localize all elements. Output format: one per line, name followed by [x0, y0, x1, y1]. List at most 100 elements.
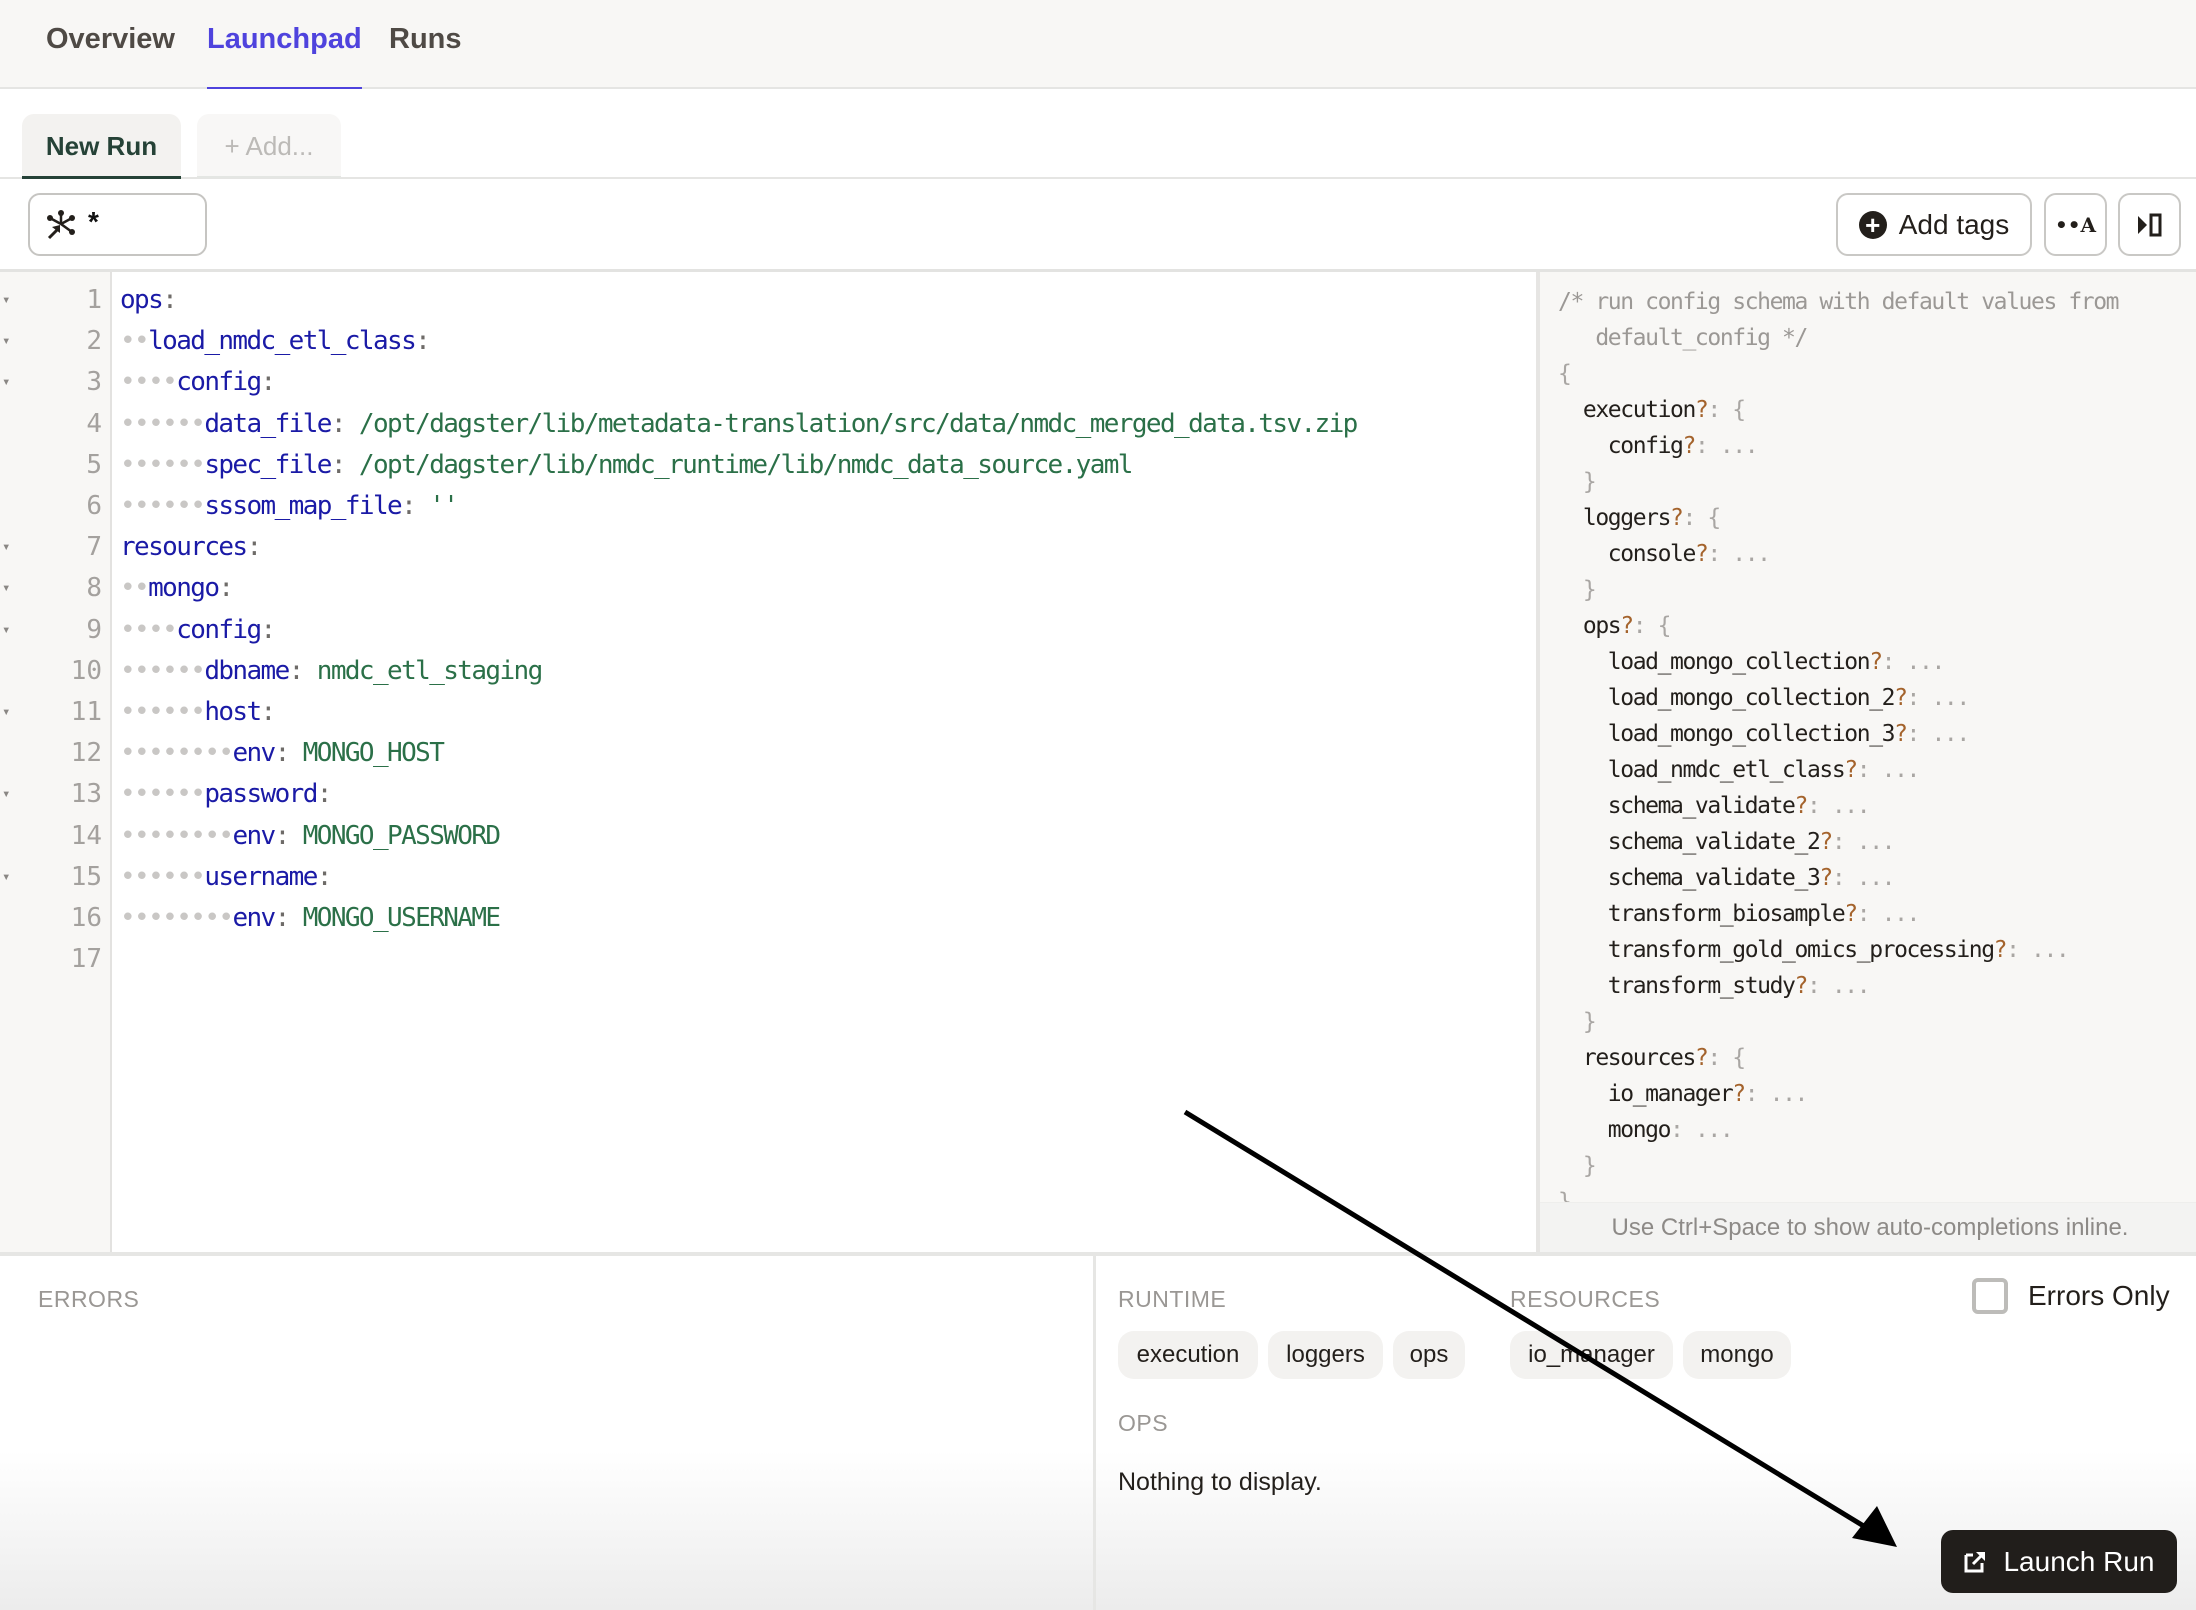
optional-marker: ?: [1682, 433, 1696, 459]
schema-indent: [1558, 541, 1608, 567]
yaml-key: ops: [120, 285, 164, 315]
yaml-value: '': [429, 491, 459, 521]
top-navigation: Overview Launchpad Runs: [0, 0, 2196, 91]
optional-marker: ?: [1694, 397, 1709, 423]
tab-launchpad[interactable]: Launchpad: [207, 20, 362, 91]
errors-only-checkbox[interactable]: [1972, 1278, 2008, 1314]
schema-line: config?: ...: [1558, 428, 1759, 464]
code-line[interactable]: ▾ 2 ••load_nmdc_etl_class:: [0, 321, 1536, 362]
schema-indent: [1558, 397, 1583, 423]
runtime-chip-execution[interactable]: execution: [1118, 1331, 1258, 1379]
resource-chip-mongo[interactable]: mongo: [1683, 1331, 1791, 1379]
schema-indent: [1558, 469, 1583, 495]
line-content: ••••••••env: MONGO_USERNAME: [120, 898, 501, 939]
schema-tail: : ...: [1881, 649, 1946, 675]
add-tags-button[interactable]: + Add tags: [1836, 193, 2032, 256]
yaml-value: /opt/dagster/lib/nmdc_runtime/lib/nmdc_d…: [358, 449, 1134, 480]
yaml-separator: :: [260, 614, 277, 645]
line-number: 14: [70, 820, 102, 851]
optional-marker: ?: [1819, 829, 1833, 855]
indent-whitespace: ••••••: [120, 861, 206, 892]
ops-section-label: OPS: [1118, 1410, 1169, 1436]
add-run-tab-button[interactable]: + Add...: [197, 114, 341, 178]
indent-whitespace: ••••••: [120, 491, 206, 521]
fold-toggle-icon[interactable]: ▾: [2, 527, 16, 568]
indent-whitespace: ••••: [120, 614, 178, 645]
schema-tail: : {: [1682, 505, 1722, 531]
schema-line: schema_validate?: ...: [1558, 788, 1871, 824]
schema-field-name: schema_validate_3: [1607, 865, 1821, 891]
op-selector-value: *: [88, 205, 99, 237]
schema-field-name: schema_validate: [1607, 793, 1796, 819]
schema-tail: : ...: [1856, 901, 1921, 927]
schema-field-name: load_mongo_collection_3: [1607, 721, 1896, 747]
schema-line: mongo: ...: [1558, 1112, 1734, 1148]
optional-marker: ?: [1869, 649, 1883, 675]
code-line[interactable]: ▾ 1 ops:: [0, 280, 1536, 321]
fold-toggle-icon[interactable]: ▾: [2, 568, 16, 609]
optional-marker: ?: [1794, 973, 1809, 999]
code-line[interactable]: ▾ 8 ••mongo:: [0, 568, 1536, 609]
fold-toggle-icon[interactable]: ▾: [2, 321, 16, 362]
runtime-chip-loggers[interactable]: loggers: [1268, 1331, 1383, 1379]
schema-indent: [1558, 1153, 1583, 1179]
op-selector-input[interactable]: *: [28, 193, 207, 256]
fold-toggle-icon[interactable]: ▾: [2, 362, 16, 403]
code-line[interactable]: ▾ 9 ••••config:: [0, 610, 1536, 651]
validation-panel: ERRORS RUNTIME execution loggers ops RES…: [0, 1256, 2196, 1610]
yaml-key: mongo: [148, 573, 220, 604]
code-line[interactable]: ▾ 11 ••••••host:: [0, 692, 1536, 733]
line-number: 2: [86, 326, 102, 357]
code-line[interactable]: 10 ••••••dbname: nmdc_etl_staging: [0, 651, 1536, 692]
resource-chip-io-manager[interactable]: io_manager: [1510, 1331, 1673, 1379]
code-line[interactable]: 17: [0, 939, 1536, 980]
toggle-schema-panel-button[interactable]: [2118, 193, 2181, 256]
yaml-value: MONGO_HOST: [302, 738, 445, 769]
schema-tail: : ...: [1707, 541, 1771, 567]
schema-field-name: load_nmdc_etl_class: [1607, 757, 1846, 783]
schema-field-name: loggers: [1582, 505, 1672, 531]
schema-field-name: resources: [1582, 1045, 1696, 1071]
schema-brace: }: [1582, 1153, 1597, 1179]
config-editor[interactable]: ▾ 1 ops: ▾ 2 ••load_nmdc_etl_class: ▾ 3 ••••conf…: [0, 272, 1536, 1252]
fold-toggle-icon[interactable]: ▾: [2, 857, 16, 898]
schema-line: load_mongo_collection_2?: ...: [1558, 680, 1970, 716]
code-line[interactable]: ▾ 3 ••••config:: [0, 362, 1536, 403]
schema-line: load_mongo_collection?: ...: [1558, 644, 1946, 680]
schema-indent: [1558, 937, 1608, 963]
yaml-separator: :: [401, 491, 430, 521]
code-line[interactable]: ▾ 15 ••••••username:: [0, 857, 1536, 898]
tab-runs[interactable]: Runs: [389, 20, 462, 89]
yaml-key: load_nmdc_etl_class: [148, 326, 417, 357]
resources-section-label: RESOURCES: [1510, 1286, 1661, 1312]
code-line[interactable]: 12 ••••••••env: MONGO_HOST: [0, 733, 1536, 774]
indent-whitespace: ••: [120, 326, 150, 357]
optional-marker: ?: [1694, 541, 1709, 567]
code-line[interactable]: 4 ••••••data_file: /opt/dagster/lib/metad…: [0, 404, 1536, 445]
line-number: 8: [86, 573, 102, 604]
schema-indent: [1558, 685, 1608, 711]
code-line[interactable]: 16 ••••••••env: MONGO_USERNAME: [0, 898, 1536, 939]
code-line[interactable]: 6 ••••••sssom_map_file: '': [0, 486, 1536, 527]
fold-toggle-icon[interactable]: ▾: [2, 774, 16, 815]
runtime-chip-ops[interactable]: ops: [1393, 1331, 1465, 1379]
fold-toggle-icon[interactable]: ▾: [2, 610, 16, 651]
code-line[interactable]: ▾ 7 resources:: [0, 527, 1536, 568]
optional-marker: ?: [1894, 721, 1908, 747]
fold-toggle-icon[interactable]: ▾: [2, 692, 16, 733]
tab-overview[interactable]: Overview: [46, 20, 175, 89]
code-line[interactable]: 14 ••••••••env: MONGO_PASSWORD: [0, 816, 1536, 857]
errors-only-toggle[interactable]: Errors Only: [1972, 1278, 2170, 1314]
run-tab-new-run[interactable]: New Run: [22, 114, 181, 180]
indent-whitespace: ••••••: [120, 449, 206, 480]
toggle-whitespace-button[interactable]: ••A: [2044, 193, 2107, 256]
launch-run-button[interactable]: Launch Run: [1941, 1530, 2177, 1593]
fold-toggle-icon[interactable]: ▾: [2, 280, 16, 321]
code-line[interactable]: ▾ 13 ••••••password:: [0, 774, 1536, 815]
schema-indent: [1558, 577, 1583, 603]
yaml-key: config: [176, 614, 262, 645]
schema-line: execution?: {: [1558, 392, 1746, 428]
schema-comment: default_config */: [1558, 325, 1808, 351]
code-line[interactable]: 5 ••••••spec_file: /opt/dagster/lib/nmdc_…: [0, 445, 1536, 486]
line-number: 15: [70, 861, 102, 892]
